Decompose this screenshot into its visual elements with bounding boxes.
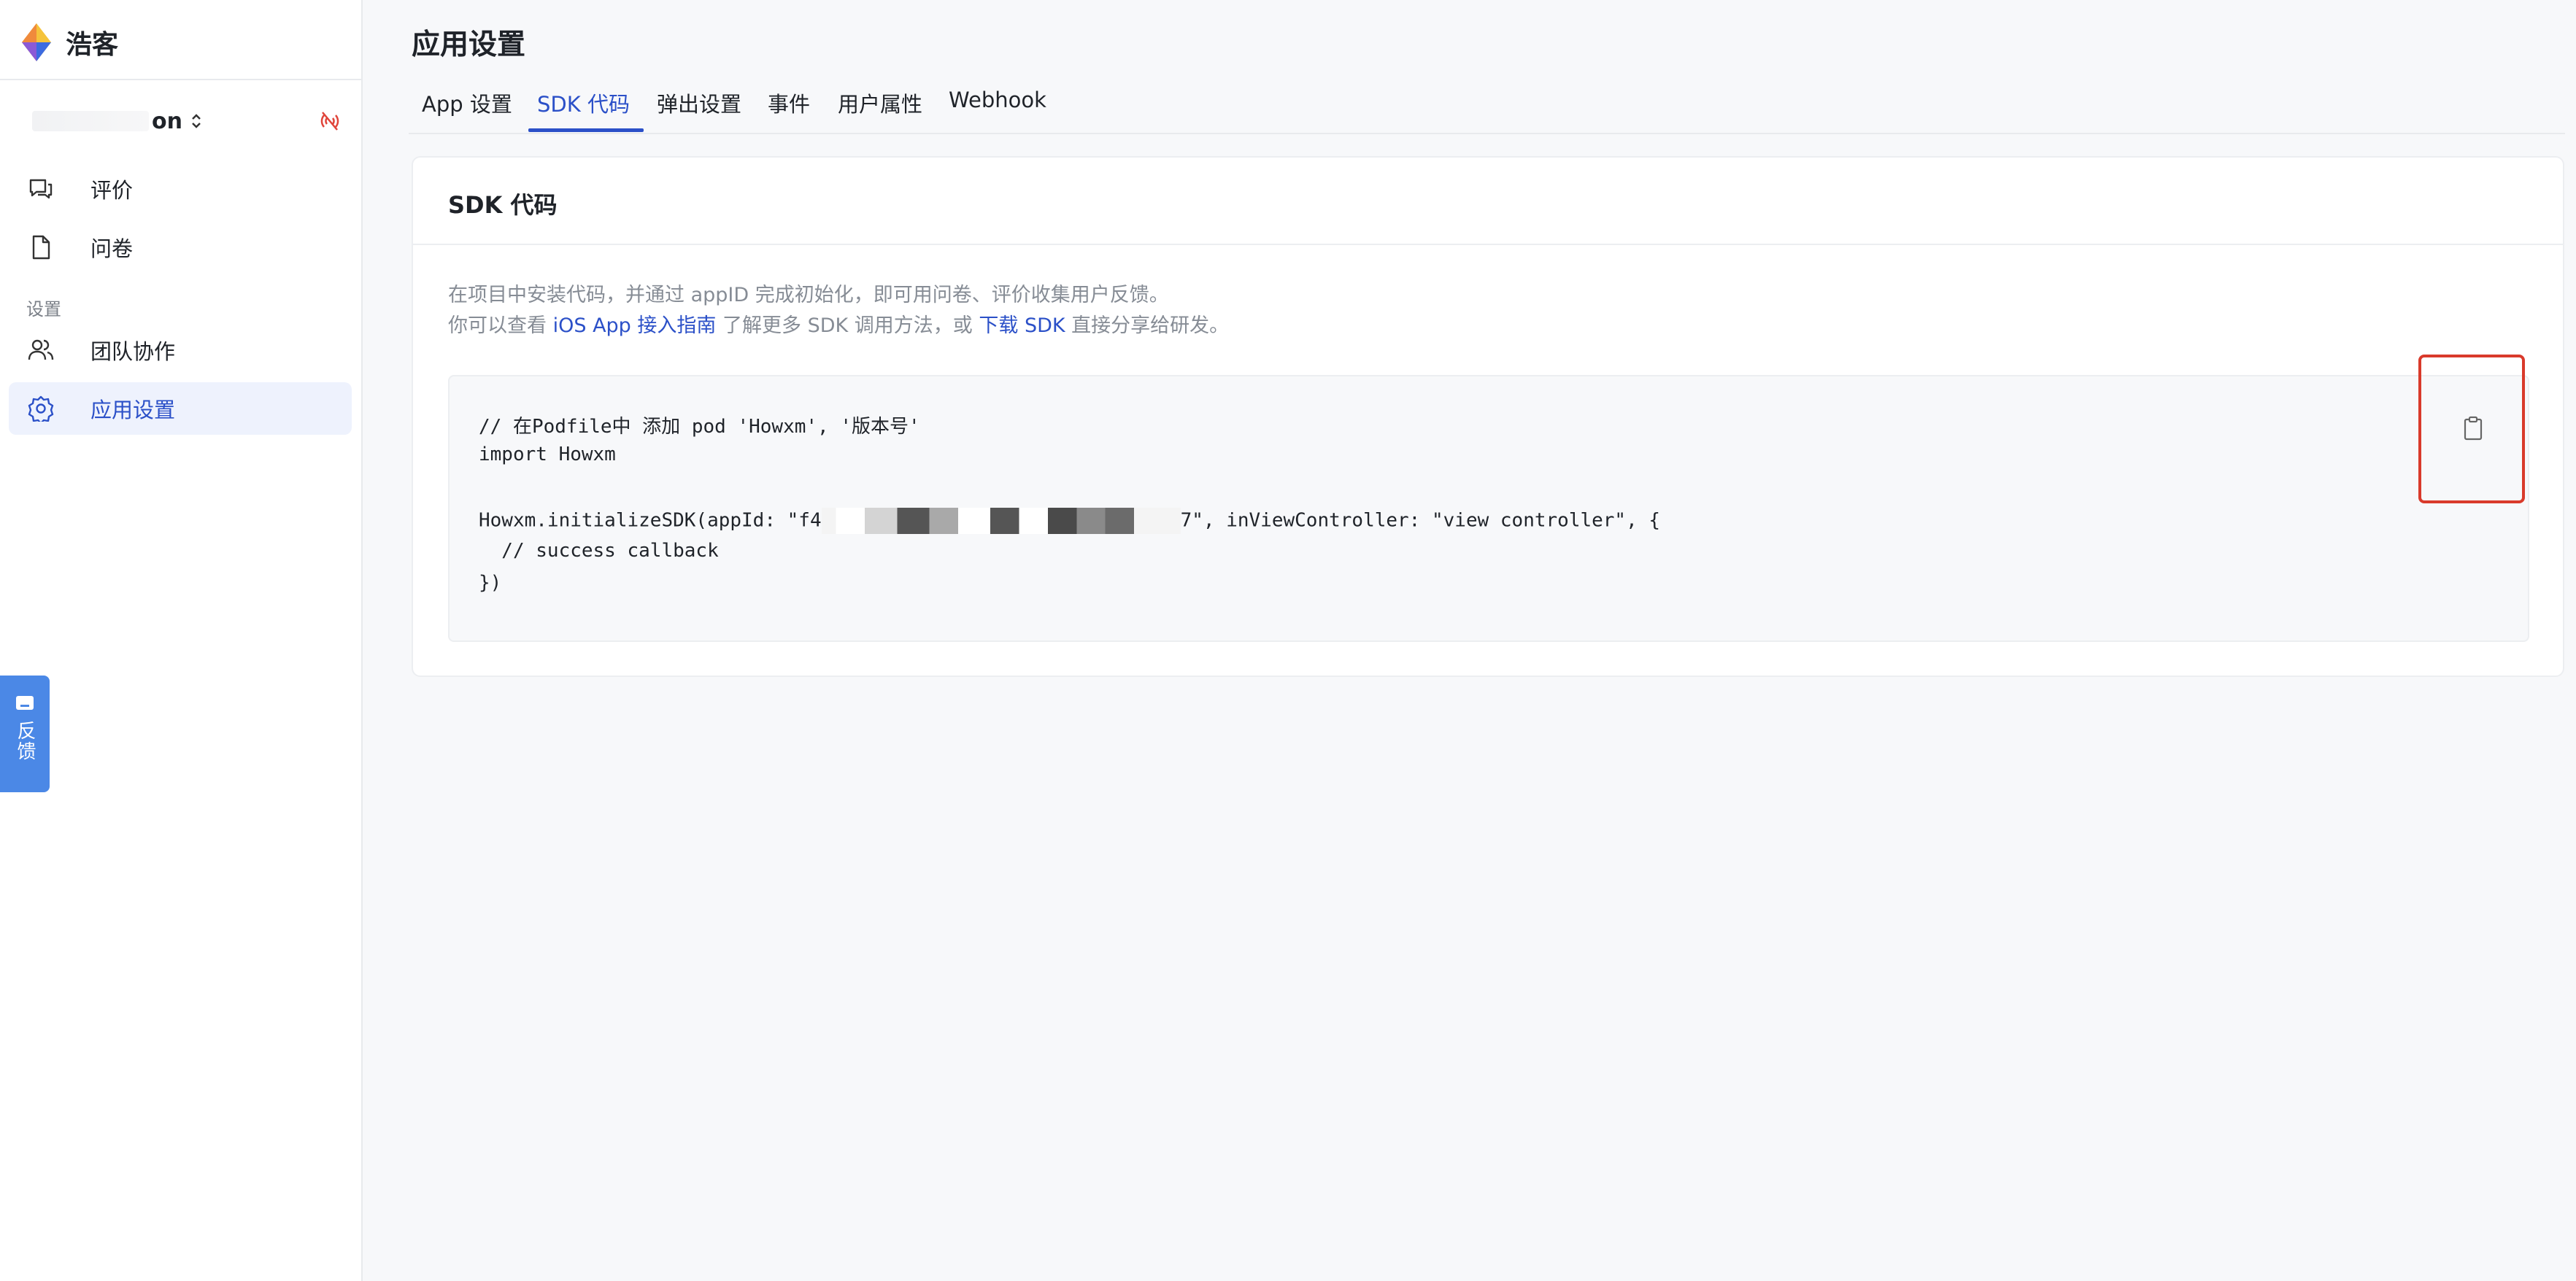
sidebar-item-label: 应用设置 [90, 398, 176, 422]
feedback-tab[interactable]: 反馈 [0, 676, 50, 792]
code-text: 7", inViewController: "view controller",… [1180, 509, 1661, 532]
code-block[interactable]: // 在Podfile中 添加 pod 'Howxm', '版本号' impor… [448, 375, 2529, 642]
offline-signal-icon[interactable] [318, 109, 342, 133]
description-line-2: 你可以查看 iOS App 接入指南 了解更多 SDK 调用方法，或 下载 SD… [448, 309, 1229, 338]
tab-popup-settings[interactable]: 弹出设置 [657, 88, 741, 131]
feedback-label: 反馈 [14, 721, 36, 762]
project-switcher[interactable]: on [32, 102, 342, 140]
ios-guide-link[interactable]: iOS App 接入指南 [553, 314, 717, 337]
sidebar-item-team[interactable]: 团队协作 [9, 324, 352, 376]
tab-events[interactable]: 事件 [768, 88, 810, 131]
tab-user-attributes[interactable]: 用户属性 [838, 88, 922, 131]
brand[interactable]: 浩客 [19, 19, 118, 66]
sidebar-item-surveys[interactable]: 问卷 [9, 221, 352, 274]
desc-text: 直接分享给研发。 [1065, 314, 1230, 337]
sidebar-item-label: 评价 [90, 178, 134, 203]
code-line: // success callback [479, 540, 719, 562]
users-icon [28, 339, 54, 360]
gear-icon [28, 395, 54, 422]
sidebar-item-label: 问卷 [90, 236, 134, 261]
message-icon [16, 696, 34, 710]
clipboard-icon[interactable] [2462, 416, 2484, 441]
project-name: on [152, 108, 182, 134]
chevron-updown-icon [192, 114, 201, 128]
brand-name: 浩客 [66, 30, 119, 60]
code-line: // 在Podfile中 添加 pod 'Howxm', '版本号' [479, 416, 920, 438]
sidebar-item-app-settings[interactable]: 应用设置 [9, 382, 352, 435]
tab-app-settings[interactable]: App 设置 [422, 88, 512, 131]
code-text: Howxm.initializeSDK(appId: "f4 [479, 509, 822, 532]
project-name-redacted [32, 111, 149, 131]
divider [0, 79, 361, 80]
tab-webhook[interactable]: Webhook [949, 88, 1046, 131]
desc-text: 你可以查看 [448, 314, 553, 337]
settings-tabs: App 设置 SDK 代码 弹出设置 事件 用户属性 Webhook [409, 82, 2565, 134]
sidebar-item-reviews[interactable]: 评价 [9, 163, 352, 215]
document-icon [32, 235, 50, 260]
code-line: }) [479, 572, 502, 594]
tab-sdk-code[interactable]: SDK 代码 [537, 88, 630, 131]
download-sdk-link[interactable]: 下载 SDK [979, 314, 1065, 337]
card-header: SDK 代码 [413, 158, 2563, 245]
redacted-app-id [821, 508, 1181, 534]
section-label-settings: 设置 [26, 299, 61, 320]
desc-text: 了解更多 SDK 调用方法，或 [716, 314, 979, 337]
logo-icon [22, 23, 51, 61]
description-line-1: 在项目中安装代码，并通过 appID 完成初始化，即可用问卷、评价收集用户反馈。 [448, 284, 1169, 306]
active-tab-indicator [528, 128, 644, 132]
card-title: SDK 代码 [448, 191, 558, 219]
code-line: Howxm.initializeSDK(appId: "f4 7", inView… [479, 508, 1660, 534]
sidebar: 浩客 on 评价 问卷 设置 团队协作 应用设置 [0, 0, 363, 1281]
page-title: 应用设置 [412, 28, 526, 61]
sidebar-item-label: 团队协作 [90, 339, 176, 364]
code-line: import Howxm [479, 444, 616, 465]
sdk-code-card: SDK 代码 在项目中安装代码，并通过 appID 完成初始化，即可用问卷、评价… [412, 156, 2564, 677]
chat-bubbles-icon [29, 179, 53, 199]
